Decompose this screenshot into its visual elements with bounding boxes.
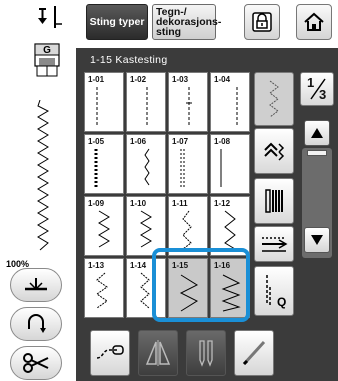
stitch-number: 1-08 (214, 137, 231, 146)
arrow-down-icon (311, 235, 323, 245)
stitch-icon (140, 210, 152, 248)
quilt-needle-button[interactable]: Q (254, 266, 294, 316)
q-label: Q (277, 295, 287, 309)
stitch-icon (220, 149, 222, 187)
stitch-icon (146, 87, 148, 125)
pivot-button[interactable] (10, 268, 62, 302)
stitch-icon (182, 210, 192, 250)
stitch-cell[interactable]: 1-04 (210, 72, 250, 132)
needle-position-icon (34, 4, 64, 32)
panel-title: 1-15 Kastesting (90, 54, 168, 66)
stitch-icon (144, 148, 150, 186)
stitch-number: 1-11 (172, 199, 188, 208)
stitch-cell[interactable]: 1-07 (168, 134, 208, 194)
stitch-icon (96, 87, 98, 125)
stitch-cell[interactable]: 1-11 (168, 196, 208, 256)
stitch-cell[interactable]: 1-09 (84, 196, 124, 256)
stitch-cell[interactable]: 1-02 (126, 72, 166, 132)
tab-utility-stitches[interactable]: Sting typer (86, 4, 148, 40)
stitch-cell[interactable]: 1-08 (210, 134, 250, 194)
stitch-icon (224, 210, 236, 250)
stitch-number: 1-06 (130, 137, 147, 146)
stitch-number: 1-04 (214, 75, 231, 84)
density-icon (265, 189, 283, 213)
start-stop-button[interactable] (10, 307, 62, 341)
pencil-icon (242, 340, 266, 366)
mirror-button[interactable] (254, 128, 294, 174)
twin-needle-button[interactable] (186, 330, 226, 376)
stitch-cell[interactable]: 1-05 (84, 134, 124, 194)
stitch-number: 1-02 (130, 75, 147, 84)
stitch-number: 1-13 (88, 261, 105, 270)
page-total: 3 (319, 87, 327, 102)
needle-up-down-icon (28, 314, 46, 333)
mirror-image-button[interactable] (138, 330, 178, 376)
stitch-preview (28, 99, 68, 252)
stitch-cell[interactable]: 1-03 (168, 72, 208, 132)
stitch-preview-button[interactable] (254, 72, 294, 126)
scroll-down-button[interactable] (304, 227, 330, 253)
page-indicator: 1 3 (300, 72, 334, 106)
lock-icon (252, 12, 272, 32)
stitch-icon (96, 272, 108, 309)
stitch-cell[interactable]: 1-13 (84, 258, 124, 318)
stitch-number: 1-05 (88, 137, 105, 146)
thread-button[interactable] (90, 330, 130, 376)
presser-foot-icon: G (33, 42, 63, 82)
stitch-icon (186, 87, 192, 125)
edit-button[interactable] (234, 330, 274, 376)
chevron-mirror-icon (264, 142, 285, 161)
stitch-icon (236, 87, 238, 125)
mirror-icon (145, 340, 171, 366)
stitch-icon (98, 210, 110, 248)
home-button[interactable] (296, 4, 332, 40)
lock-button[interactable] (244, 4, 280, 40)
stitch-number: 1-14 (130, 261, 147, 270)
scroll-thumb[interactable] (307, 150, 327, 156)
stitch-number: 1-01 (88, 75, 105, 84)
thread-icon (96, 345, 124, 359)
thread-cutter-button[interactable] (10, 346, 62, 380)
stitch-cell[interactable]: 1-10 (126, 196, 166, 256)
svg-text:G: G (43, 45, 51, 56)
reverse-stitch-button[interactable] (254, 226, 294, 262)
scroll-up-button[interactable] (304, 120, 330, 146)
twin-needle-icon (199, 340, 213, 367)
stitch-number: 1-09 (88, 199, 105, 208)
density-button[interactable] (254, 178, 294, 224)
arrow-up-icon (311, 128, 323, 138)
stitch-number: 1-10 (130, 199, 147, 208)
stitch-icon (180, 149, 185, 187)
pivot-icon (25, 278, 47, 291)
stitch-pattern-icon (269, 80, 279, 118)
home-icon (304, 12, 324, 31)
stitch-icon (94, 149, 98, 187)
stitch-number: 1-03 (172, 75, 189, 84)
stitch-number: 1-12 (214, 199, 231, 208)
reverse-stitch-icon (262, 237, 288, 252)
slash-icon (310, 78, 326, 100)
stitch-number: 1-07 (172, 137, 189, 146)
selection-highlight (152, 248, 250, 322)
stitch-cell[interactable]: 1-12 (210, 196, 250, 256)
stitch-cell[interactable]: 1-06 (126, 134, 166, 194)
tab-decorative-stitches[interactable]: Tegn-/ dekorasjons- sting (152, 4, 221, 40)
stitch-cell[interactable]: 1-01 (84, 72, 124, 132)
scissors-icon (23, 353, 49, 373)
